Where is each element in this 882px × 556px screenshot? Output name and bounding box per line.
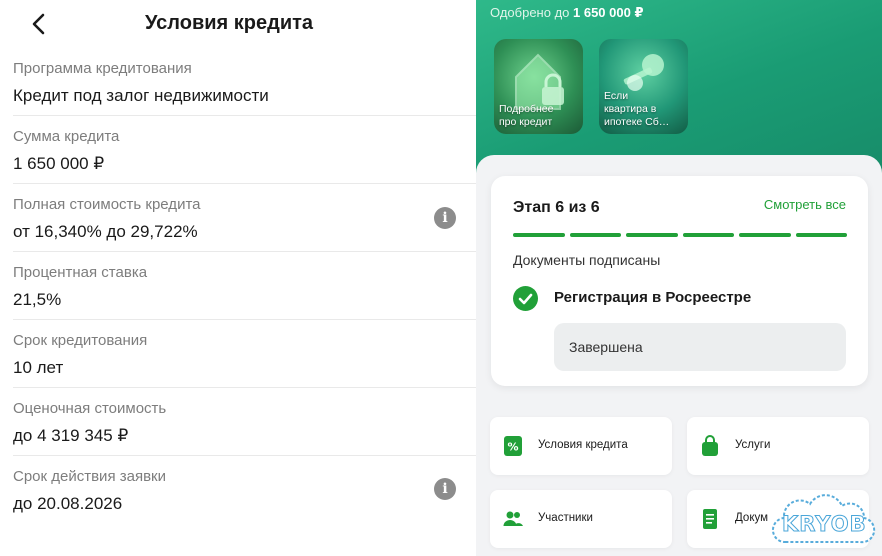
progress-segment — [682, 233, 734, 237]
document-icon — [703, 509, 717, 529]
loan-application-panel: Одобрено до 1 650 000 ₽ Подробнее про кр… — [476, 0, 882, 556]
story-caption-line: квартира в — [604, 103, 657, 115]
docs-signed-text: Документы подписаны — [513, 252, 661, 268]
check-circle-icon — [513, 286, 538, 311]
shopping-bag-icon — [702, 435, 718, 456]
row-label: Программа кредитования — [13, 60, 192, 77]
approved-prefix: Одобрено до — [490, 5, 573, 20]
step-status: Завершена — [554, 323, 846, 371]
row-label: Срок кредитования — [13, 332, 148, 349]
page-title: Условия кредита — [145, 12, 314, 34]
tile-loan-terms[interactable]: % Условия кредита — [490, 417, 672, 475]
row-application-validity: Срок действия заявки до 20.08.2026 — [0, 456, 476, 524]
row-full-cost: Полная стоимость кредита от 16,340% до 2… — [0, 184, 476, 252]
approved-value: 1 650 000 ₽ — [573, 5, 644, 20]
row-value: 21,5% — [13, 290, 62, 309]
stage-card: Этап 6 из 6 Смотреть все Документы подпи… — [491, 176, 868, 386]
row-value: до 4 319 345 ₽ — [13, 426, 129, 445]
row-value: Кредит под залог недвижимости — [13, 86, 269, 105]
story-caption-line: ипотеке Сб… — [604, 116, 670, 128]
story-card-mortgage[interactable]: Если квартира в ипотеке Сб… — [599, 39, 688, 134]
row-label: Сумма кредита — [13, 128, 120, 145]
tile-services[interactable]: Услуги — [687, 417, 869, 475]
row-label: Процентная ставка — [13, 264, 148, 281]
row-program: Программа кредитования Кредит под залог … — [0, 48, 476, 116]
info-icon[interactable]: i — [434, 207, 456, 229]
row-value: от 16,340% до 29,722% — [13, 222, 198, 241]
progress-segment — [795, 233, 847, 237]
approved-amount: Одобрено до 1 650 000 ₽ — [490, 5, 644, 21]
story-caption-line: Подробнее — [499, 103, 554, 115]
watermark-logo: KRYOB — [768, 484, 878, 554]
progress-segment — [739, 233, 791, 237]
row-amount: Сумма кредита 1 650 000 ₽ — [0, 116, 476, 184]
row-label: Срок действия заявки — [13, 468, 166, 485]
row-value: 10 лет — [13, 358, 64, 377]
tile-label: Участники — [538, 512, 593, 524]
story-caption-line: про кредит — [499, 116, 553, 128]
chevron-left-icon — [32, 13, 45, 35]
step-title: Регистрация в Росреестре — [554, 289, 752, 306]
row-term: Срок кредитования 10 лет — [0, 320, 476, 388]
svg-text:%: % — [507, 441, 518, 454]
info-icon[interactable]: i — [434, 478, 456, 500]
progress-segment — [626, 233, 678, 237]
story-caption-line: Если — [604, 90, 629, 102]
tile-label: Услуги — [735, 439, 771, 451]
row-rate: Процентная ставка 21,5% — [0, 252, 476, 320]
row-value: до 20.08.2026 — [13, 494, 123, 513]
people-icon — [503, 511, 523, 526]
row-value: 1 650 000 ₽ — [13, 154, 105, 173]
approval-banner: Одобрено до 1 650 000 ₽ Подробнее про кр… — [476, 0, 882, 175]
tile-label: Условия кредита — [538, 439, 628, 451]
story-caption: Если квартира в ипотеке Сб… — [604, 90, 669, 129]
story-caption: Подробнее про кредит — [499, 103, 553, 129]
tile-label: Докум — [735, 512, 769, 524]
row-label: Полная стоимость кредита — [13, 196, 201, 213]
header: Условия кредита — [0, 0, 476, 48]
see-all-link[interactable]: Смотреть все — [764, 197, 846, 212]
progress-segment — [513, 233, 565, 237]
back-button[interactable] — [28, 10, 52, 38]
stage-progress — [513, 233, 847, 237]
percent-doc-icon: % — [504, 436, 522, 456]
watermark-text: KRYOB — [782, 512, 867, 537]
progress-segment — [569, 233, 621, 237]
story-card-loan-info[interactable]: Подробнее про кредит — [494, 39, 583, 134]
row-appraisal: Оценочная стоимость до 4 319 345 ₽ — [0, 388, 476, 456]
stage-counter: Этап 6 из 6 — [513, 199, 600, 216]
tile-participants[interactable]: Участники — [490, 490, 672, 548]
row-label: Оценочная стоимость — [13, 400, 167, 417]
loan-terms-panel: Условия кредита Программа кредитования К… — [0, 0, 476, 556]
